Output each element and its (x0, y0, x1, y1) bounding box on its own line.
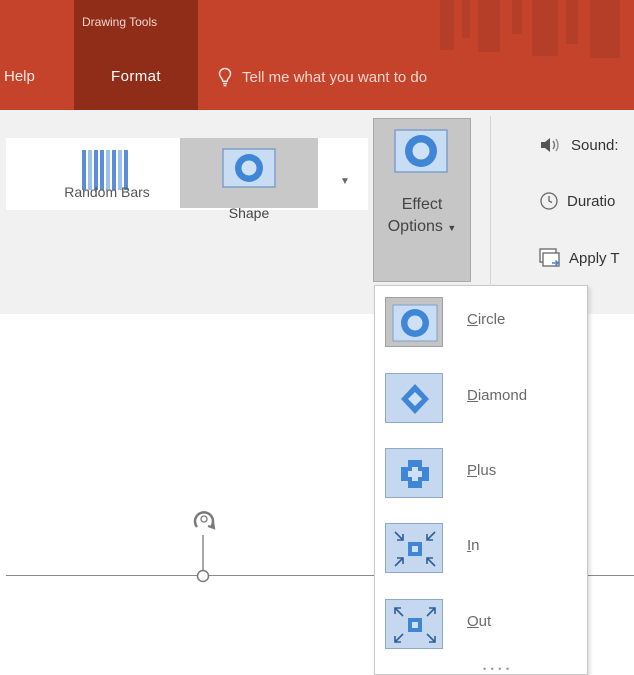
effect-options-label-line1: Effect (401, 196, 443, 213)
dropdown-arrow-icon: ▼ (447, 223, 457, 233)
menu-item-plus[interactable]: Plus (381, 440, 583, 504)
shape-label: Shape (228, 205, 270, 221)
sound-label: Sound: (571, 136, 619, 154)
titlebar-decoration (462, 0, 470, 38)
duration-label: Duratio (567, 192, 616, 210)
menu-tile (385, 373, 443, 423)
gallery-more-button[interactable]: ▼ (330, 176, 360, 187)
effect-options-menu: Circle Diamond Plus In Out • • • • (374, 285, 588, 675)
speaker-icon (541, 138, 559, 152)
menu-tile (385, 523, 443, 573)
drawing-tools-label: Drawing Tools (82, 15, 158, 29)
menu-tile (385, 599, 443, 649)
titlebar-decoration (566, 0, 578, 44)
titlebar-decoration (590, 0, 620, 58)
arrows-out-icon (394, 607, 436, 643)
menu-item-diamond[interactable]: Diamond (381, 365, 583, 429)
menu-resize-grip[interactable]: • • • • (483, 664, 510, 674)
random-bars-transition[interactable]: Random Bars (40, 140, 174, 206)
menu-item-label: Circle (467, 311, 506, 328)
menu-item-label: In (467, 537, 480, 554)
lightbulb-icon (218, 67, 232, 87)
apply-label: Apply T (569, 249, 620, 267)
titlebar-decoration (532, 0, 558, 56)
menu-item-in[interactable]: In (381, 515, 583, 579)
group-divider (490, 116, 491, 284)
effect-options-label: Effect Options ▼ (373, 194, 471, 239)
tell-me-text: Tell me what you want to do (242, 68, 428, 86)
ribbon-tab-bar: Drawing Tools Help Format Tell me what y… (0, 0, 634, 110)
menu-item-label: Plus (467, 462, 497, 479)
arrows-in-icon (394, 531, 436, 567)
effect-options-circle-icon (394, 129, 448, 173)
titlebar-decoration (512, 0, 522, 34)
circle-icon (392, 304, 438, 342)
apply-to-all-control[interactable]: Apply T (538, 247, 620, 269)
titlebar-decoration (440, 0, 454, 50)
effect-options-label-line2: Options ▼ (373, 216, 471, 239)
rotation-handle-icon[interactable] (178, 500, 228, 590)
tell-me-search[interactable]: Tell me what you want to do (218, 60, 427, 94)
effect-options-label-text: Options (387, 218, 443, 235)
clock-icon (540, 192, 558, 210)
menu-tile (385, 297, 443, 347)
shape-circle-icon (222, 148, 276, 188)
apply-to-all-icon (539, 248, 560, 267)
sound-control[interactable]: Sound: (538, 135, 619, 155)
menu-item-out[interactable]: Out (381, 591, 583, 655)
plus-icon (401, 460, 429, 488)
menu-tile (385, 448, 443, 498)
menu-item-label: Diamond (467, 387, 528, 404)
tab-help[interactable]: Help (4, 68, 35, 85)
titlebar-decoration (478, 0, 500, 52)
menu-item-circle[interactable]: Circle (381, 289, 583, 353)
random-bars-label: Random Bars (64, 184, 150, 200)
duration-control[interactable]: Duratio (538, 191, 615, 211)
diamond-icon (401, 384, 429, 414)
menu-item-label: Out (467, 613, 492, 630)
tab-format[interactable]: Format (74, 68, 198, 85)
